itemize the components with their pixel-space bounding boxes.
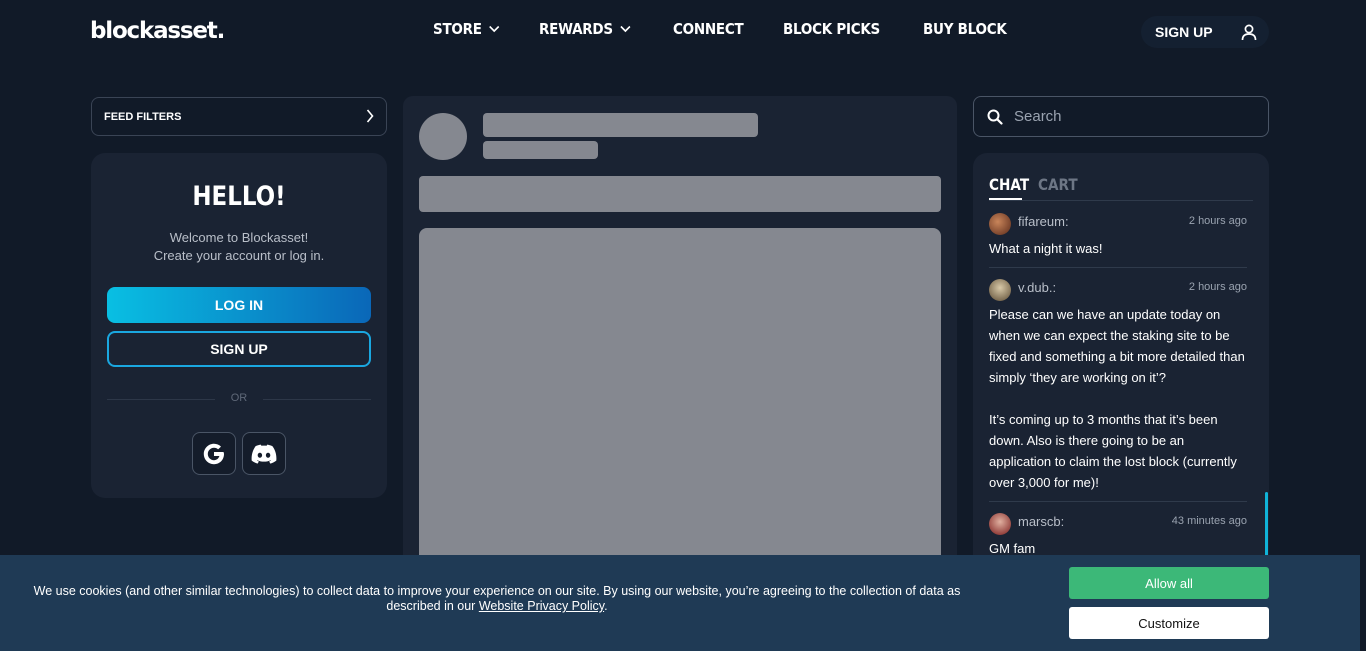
skeleton-text-block (419, 176, 941, 212)
login-button[interactable]: LOG IN (107, 287, 371, 323)
discord-login-button[interactable] (242, 432, 286, 475)
chat-message-header: fifareum: 2 hours ago (989, 212, 1247, 235)
chevron-right-icon (366, 109, 374, 123)
chat-message: fifareum: 2 hours ago What a night it wa… (989, 212, 1247, 259)
skeleton-subtitle-line (483, 141, 598, 159)
cookie-text: We use cookies (and other similar techno… (24, 584, 970, 614)
chat-panel: CHAT CART fifareum: 2 hours ago What a n… (973, 153, 1269, 573)
skeleton-media-block (419, 228, 941, 566)
tab-chat[interactable]: CHAT (989, 175, 1029, 194)
tab-cart[interactable]: CART (1038, 175, 1078, 194)
nav-connect-label: CONNECT (673, 20, 744, 38)
nav-block-picks-label: BLOCK PICKS (783, 20, 881, 38)
active-tab-indicator (989, 198, 1022, 200)
discord-icon (251, 444, 277, 464)
chevron-down-icon (489, 25, 500, 33)
header-signup-label: SIGN UP (1155, 24, 1213, 40)
customize-button[interactable]: Customize (1069, 607, 1269, 639)
chat-message-header: marscb: 43 minutes ago (989, 512, 1247, 535)
signup-button[interactable]: SIGN UP (107, 331, 371, 367)
chat-author[interactable]: v.dub.: (1018, 280, 1056, 295)
nav-store-label: STORE (433, 20, 482, 38)
header-signup-button[interactable]: SIGN UP (1141, 16, 1269, 48)
chat-message-header: v.dub.: 2 hours ago (989, 278, 1247, 301)
chat-message-text: Please can we have an update today on wh… (989, 307, 1245, 490)
chat-author[interactable]: marscb: (1018, 514, 1064, 529)
search-icon (987, 109, 1003, 125)
feed-post-skeleton (403, 96, 957, 566)
feed-filters-button[interactable]: FEED FILTERS (91, 97, 387, 136)
feed-filters-label: FEED FILTERS (104, 110, 182, 123)
nav-connect[interactable]: CONNECT (673, 20, 744, 38)
nav-buy-block[interactable]: BUY BLOCK (923, 20, 1007, 38)
blockasset-logo[interactable]: blockasset. (90, 18, 225, 44)
avatar[interactable] (989, 513, 1011, 535)
chat-tabs: CHAT CART (989, 175, 1253, 201)
chevron-down-icon (620, 25, 631, 33)
chat-message: v.dub.: 2 hours ago Please can we have a… (989, 278, 1247, 493)
google-login-button[interactable] (192, 432, 236, 475)
skeleton-avatar (419, 113, 467, 160)
privacy-policy-link[interactable]: Website Privacy Policy (479, 599, 604, 613)
chat-timestamp: 43 minutes ago (1171, 515, 1247, 527)
nav-buy-block-label: BUY BLOCK (923, 20, 1007, 38)
welcome-card: HELLO! Welcome to Blockasset! Create you… (91, 153, 387, 498)
cookie-text-end: . (604, 599, 608, 613)
or-divider-right (263, 399, 371, 400)
chat-timestamp: 2 hours ago (1188, 215, 1247, 227)
top-header: blockasset. STORE REWARDS CONNECT BLOCK … (0, 0, 1366, 64)
chat-divider (989, 267, 1247, 268)
welcome-text: Welcome to Blockasset! Create your accou… (91, 229, 387, 265)
allow-all-button[interactable]: Allow all (1069, 567, 1269, 599)
avatar[interactable] (989, 279, 1011, 301)
hello-title: HELLO! (192, 181, 286, 212)
nav-rewards-label: REWARDS (539, 20, 613, 38)
nav-store[interactable]: STORE (433, 20, 500, 38)
user-icon[interactable] (1241, 24, 1257, 41)
welcome-line-2: Create your account or log in. (153, 248, 325, 263)
skeleton-title-line (483, 113, 758, 137)
chat-message-text: What a night it was! (989, 241, 1103, 256)
main-nav: STORE REWARDS CONNECT BLOCK PICKS BUY BL… (433, 20, 1048, 38)
nav-block-picks[interactable]: BLOCK PICKS (783, 20, 880, 38)
or-label: OR (230, 392, 248, 404)
nav-rewards[interactable]: REWARDS (539, 20, 631, 38)
chat-scrollbar[interactable] (1265, 492, 1268, 562)
chat-author[interactable]: fifareum: (1018, 214, 1069, 229)
search-placeholder: Search (1014, 108, 1062, 125)
avatar[interactable] (989, 213, 1011, 235)
welcome-line-1: Welcome to Blockasset! (169, 230, 309, 245)
chat-divider (989, 501, 1247, 502)
google-icon (203, 443, 224, 464)
chat-timestamp: 2 hours ago (1188, 281, 1247, 293)
search-input[interactable]: Search (973, 96, 1269, 137)
cookie-banner: We use cookies (and other similar techno… (0, 555, 1360, 651)
chat-message: marscb: 43 minutes ago GM fam (989, 512, 1247, 559)
